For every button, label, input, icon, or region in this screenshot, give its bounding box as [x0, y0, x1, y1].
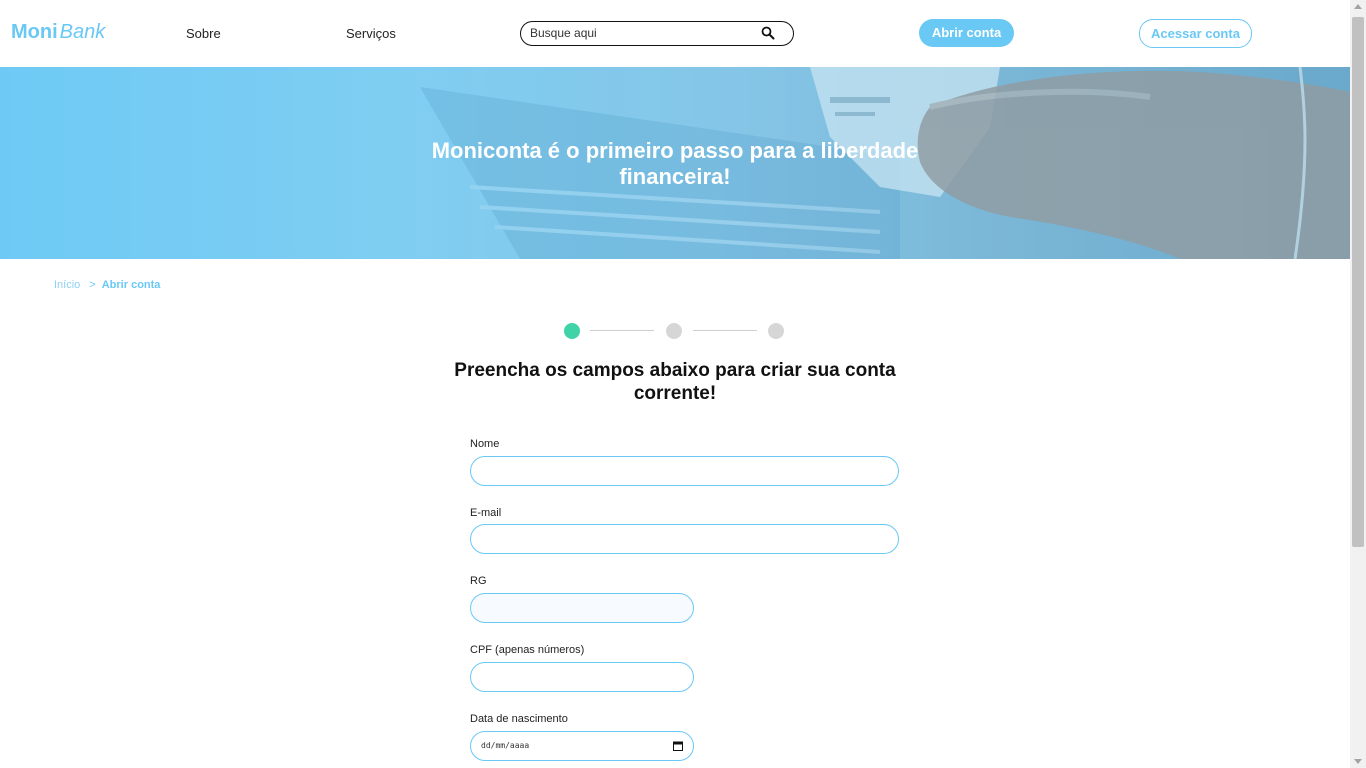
search-icon[interactable] — [761, 26, 775, 40]
scrollbar-thumb[interactable] — [1352, 17, 1364, 547]
monibank-logo[interactable]: Moni Bank — [11, 20, 105, 44]
cpf-field[interactable] — [470, 662, 694, 692]
breadcrumb-home-link[interactable]: Início — [54, 279, 80, 291]
breadcrumb: Início > Abrir conta — [54, 278, 160, 292]
name-label: Nome — [470, 438, 500, 450]
step-connector-1 — [590, 330, 654, 331]
nav-link-sobre[interactable]: Sobre — [186, 26, 221, 42]
hero-banner: Moniconta é o primeiro passo para a libe… — [0, 67, 1350, 259]
scroll-down-arrow-icon[interactable] — [1354, 759, 1362, 764]
site-header: MoniBank Sobre Serviços Abrir conta Aces… — [0, 0, 1350, 67]
nav-link-servicos[interactable]: Serviços — [346, 26, 396, 42]
logo-moni: Moni — [11, 21, 58, 43]
name-field[interactable] — [470, 456, 899, 486]
search-box — [520, 21, 794, 46]
page-scrollbar[interactable] — [1350, 0, 1366, 768]
birthdate-placeholder: dd/mm/aaaa — [481, 741, 530, 750]
step-indicator-2 — [666, 323, 682, 339]
email-field[interactable] — [470, 524, 899, 554]
logo-bank: Bank — [59, 21, 106, 43]
rg-label: RG — [470, 575, 487, 587]
breadcrumb-separator: > — [89, 279, 96, 291]
cpf-label: CPF (apenas números) — [470, 644, 585, 656]
hero-title: Moniconta é o primeiro passo para a libe… — [431, 138, 919, 189]
step-indicator-1 — [564, 323, 580, 339]
step-connector-2 — [693, 330, 757, 331]
rg-field[interactable] — [470, 593, 694, 623]
email-label: E-mail — [470, 507, 502, 519]
birthdate-field[interactable]: dd/mm/aaaa — [470, 731, 694, 761]
birthdate-label: Data de nascimento — [470, 713, 568, 725]
step-indicator-3 — [768, 323, 784, 339]
scroll-up-arrow-icon[interactable] — [1354, 4, 1362, 9]
form-title: Preencha os campos abaixo para criar sua… — [454, 360, 896, 404]
search-input[interactable] — [530, 24, 750, 42]
breadcrumb-current: Abrir conta — [101, 279, 161, 291]
access-account-button[interactable]: Acessar conta — [1139, 19, 1252, 48]
open-account-button[interactable]: Abrir conta — [919, 19, 1014, 47]
calendar-icon[interactable] — [673, 741, 683, 751]
